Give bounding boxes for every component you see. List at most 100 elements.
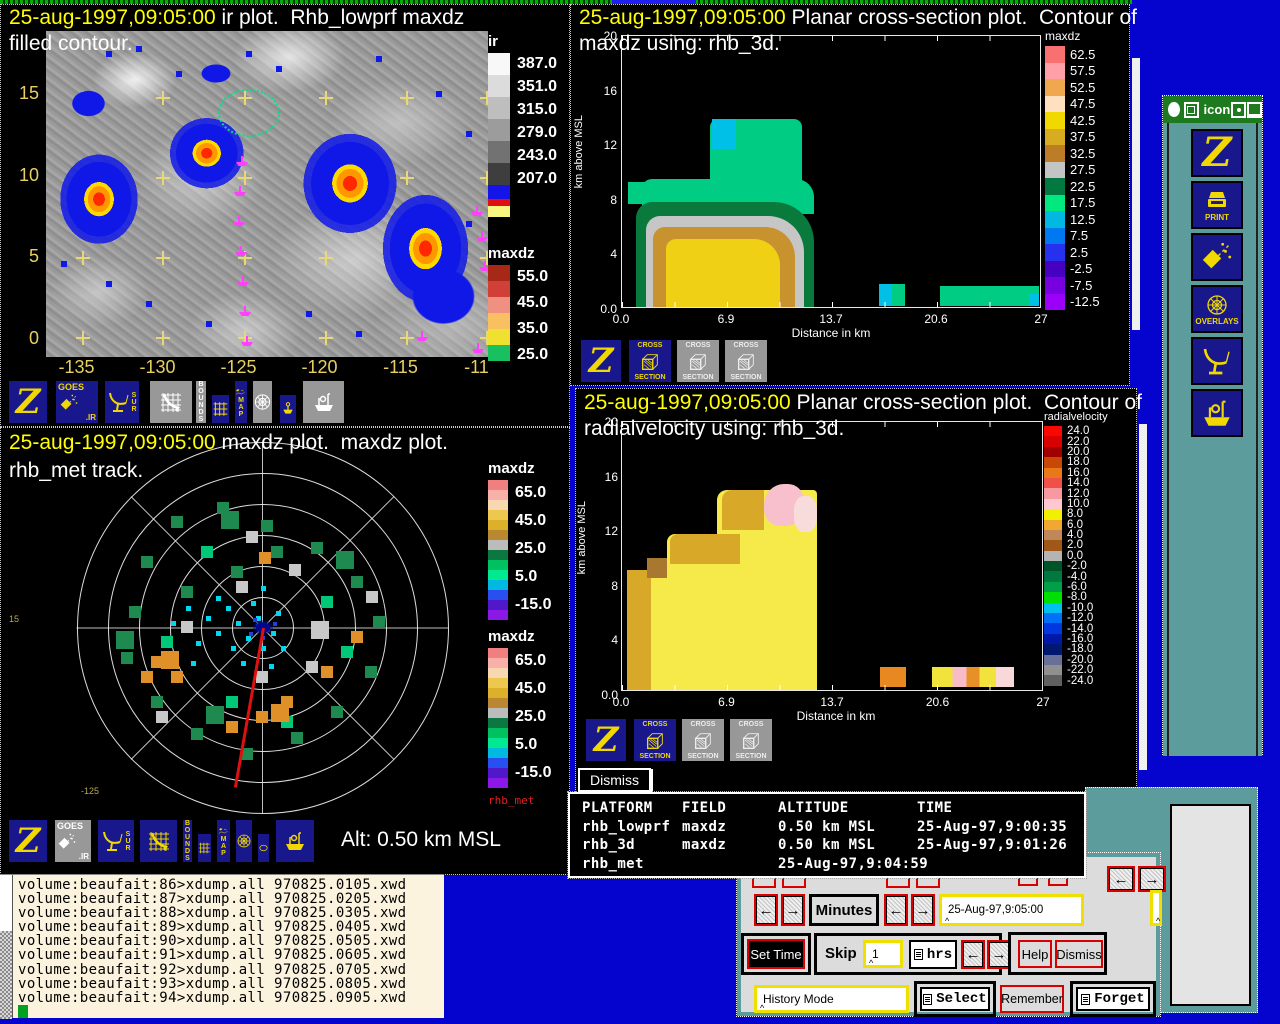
time-back-button[interactable]: ←: [884, 894, 908, 926]
buoy-button[interactable]: [278, 393, 298, 425]
cross-label: CROSS: [691, 721, 716, 728]
zebra-logo-button[interactable]: Z: [1191, 129, 1243, 177]
ship-button[interactable]: [301, 379, 346, 425]
cross2-x-ticks: 0.06.913.720.627: [601, 695, 1063, 709]
window-menu-button[interactable]: [1184, 102, 1199, 118]
terminal-window[interactable]: volume:beaufait:86>xdump.all 970825.0105…: [0, 874, 444, 1018]
icon-window-titlebar[interactable]: icon: [1163, 96, 1262, 123]
cross-section-button-3[interactable]: CROSSSECTION: [728, 717, 774, 763]
colorbar-cell: [488, 97, 510, 119]
window-maximize-button[interactable]: [1231, 102, 1246, 118]
time-forward-button[interactable]: →: [911, 894, 935, 926]
cross-section-button-2[interactable]: CROSSSECTION: [680, 717, 726, 763]
map-button[interactable]: MAP: [233, 379, 249, 425]
cube-icon: [740, 730, 762, 752]
colorbar-cell: [488, 540, 508, 550]
zebra-logo-button[interactable]: Z: [579, 338, 623, 384]
forget-menu-button[interactable]: Forget: [1076, 987, 1150, 1011]
cross-section-button-3[interactable]: CROSSSECTION: [723, 338, 769, 384]
goes-ir-button[interactable]: GOES.IR: [53, 818, 93, 864]
skip-group: Skip 1 hrs ← →: [814, 933, 1002, 975]
radar-button[interactable]: [1191, 337, 1243, 385]
colorbar-cell: [1045, 162, 1065, 179]
colorbar-row: 12.5: [1045, 211, 1100, 228]
colorbar-cell: [488, 658, 508, 668]
cross-section-button-2[interactable]: CROSSSECTION: [675, 338, 721, 384]
status-dismiss-button[interactable]: Dismiss: [578, 768, 651, 792]
colorbar-value: 2.5: [1070, 245, 1088, 260]
right-arrow-icon: →: [1145, 871, 1160, 888]
overlays-button[interactable]: [251, 379, 274, 425]
time-input-field[interactable]: 25-Aug-97,9:05:00: [939, 894, 1084, 926]
colorbar-value: 32.5: [1070, 146, 1095, 161]
cross-section-window-radialvelocity: 25-aug-1997,09:05:00 Planar cross-sectio…: [575, 388, 1137, 798]
cross-section-button-1[interactable]: CROSSSECTION: [627, 338, 673, 384]
bounds-button[interactable]: BOUNDS: [181, 818, 194, 864]
zebra-logo-button[interactable]: Z: [7, 379, 49, 425]
cross-section-button-1[interactable]: CROSSSECTION: [632, 717, 678, 763]
minutes-back-button[interactable]: ←: [754, 894, 778, 926]
right-arrow-icon: →: [916, 902, 931, 919]
hidden-field-stub[interactable]: [1150, 890, 1162, 926]
ship-button[interactable]: [1191, 389, 1243, 437]
radar-grid-button[interactable]: [138, 818, 179, 864]
terminal-line: volume:beaufait:86>xdump.all 970825.0105…: [18, 878, 406, 892]
overlays-button[interactable]: OVERLAYS: [1191, 285, 1243, 333]
minutes-forward-button[interactable]: →: [781, 894, 805, 926]
ellipse-button[interactable]: [256, 832, 271, 864]
map-button[interactable]: MAP: [215, 818, 232, 864]
radar-grid-button[interactable]: [148, 379, 194, 425]
colorbar-value: 22.5: [1070, 179, 1095, 194]
print-button[interactable]: PRINT: [1191, 181, 1243, 229]
printer-icon: [1205, 189, 1229, 213]
skip-input-field[interactable]: 1: [863, 940, 903, 968]
window-iconify-button[interactable]: [1247, 102, 1262, 118]
colorbar-value: 42.5: [1070, 113, 1095, 128]
step-back-button[interactable]: ←: [1107, 866, 1135, 892]
overlays-button[interactable]: [234, 818, 254, 864]
help-button[interactable]: Help: [1018, 940, 1052, 968]
colorbar-cell: [1045, 63, 1065, 80]
cube-icon: [644, 730, 666, 752]
zebra-z-icon: Z: [16, 387, 41, 417]
colorbar-cell: [1044, 457, 1062, 467]
surface-radar-button[interactable]: SUR: [103, 379, 141, 425]
zebra-logo-button[interactable]: Z: [584, 717, 628, 763]
cross1-plot-area[interactable]: [621, 35, 1041, 308]
grid-button[interactable]: [210, 393, 231, 425]
scrollbar-thumb[interactable]: [0, 931, 12, 1019]
cross1-colorbar-label: maxdz: [1045, 29, 1100, 43]
colorbar-value: 52.5: [1070, 80, 1095, 95]
cell-platform: rhb_lowprf: [582, 818, 682, 837]
left-arrow-icon: ←: [1114, 871, 1129, 888]
terminal-scrollbar[interactable]: [0, 875, 13, 1018]
history-mode-field[interactable]: History Mode: [754, 985, 909, 1013]
cell-altitude: 25-Aug-97,9:04:59: [778, 855, 917, 874]
bounds-label: BOUNDS: [184, 820, 191, 862]
surface-radar-button[interactable]: SUR: [96, 818, 136, 864]
grid-button[interactable]: [196, 832, 213, 864]
window-circle-button[interactable]: [1168, 102, 1180, 117]
cross2-plot-area[interactable]: [621, 421, 1043, 691]
platform-marker: [476, 231, 488, 242]
select-menu-button[interactable]: Select: [920, 987, 990, 1011]
colorbar-cell: [1044, 499, 1062, 509]
zebra-logo-button[interactable]: Z: [7, 818, 49, 864]
set-time-button[interactable]: Set Time: [747, 939, 805, 969]
set-time-frame: Set Time: [741, 933, 811, 975]
colorbar-cell: [1045, 112, 1065, 129]
colorbar-cell: [1044, 655, 1062, 665]
skip-units-menu[interactable]: hrs: [909, 940, 957, 969]
satellite-image[interactable]: [46, 31, 488, 357]
satellite-button[interactable]: [1191, 233, 1243, 281]
skip-back-button[interactable]: ←: [961, 940, 985, 969]
bounds-button[interactable]: BOUNDS: [194, 379, 208, 425]
remember-button[interactable]: Remember: [1000, 985, 1064, 1013]
step-forward-button[interactable]: →: [1138, 866, 1166, 892]
ppi-radar-display[interactable]: [21, 456, 481, 828]
dismiss-button[interactable]: Dismiss: [1055, 940, 1103, 968]
ship-button[interactable]: [274, 818, 316, 864]
cell-altitude: 0.50 km MSL: [778, 836, 917, 855]
colorbar-row: 57.5: [1045, 63, 1100, 80]
goes-ir-button[interactable]: GOES.IR: [54, 379, 100, 425]
